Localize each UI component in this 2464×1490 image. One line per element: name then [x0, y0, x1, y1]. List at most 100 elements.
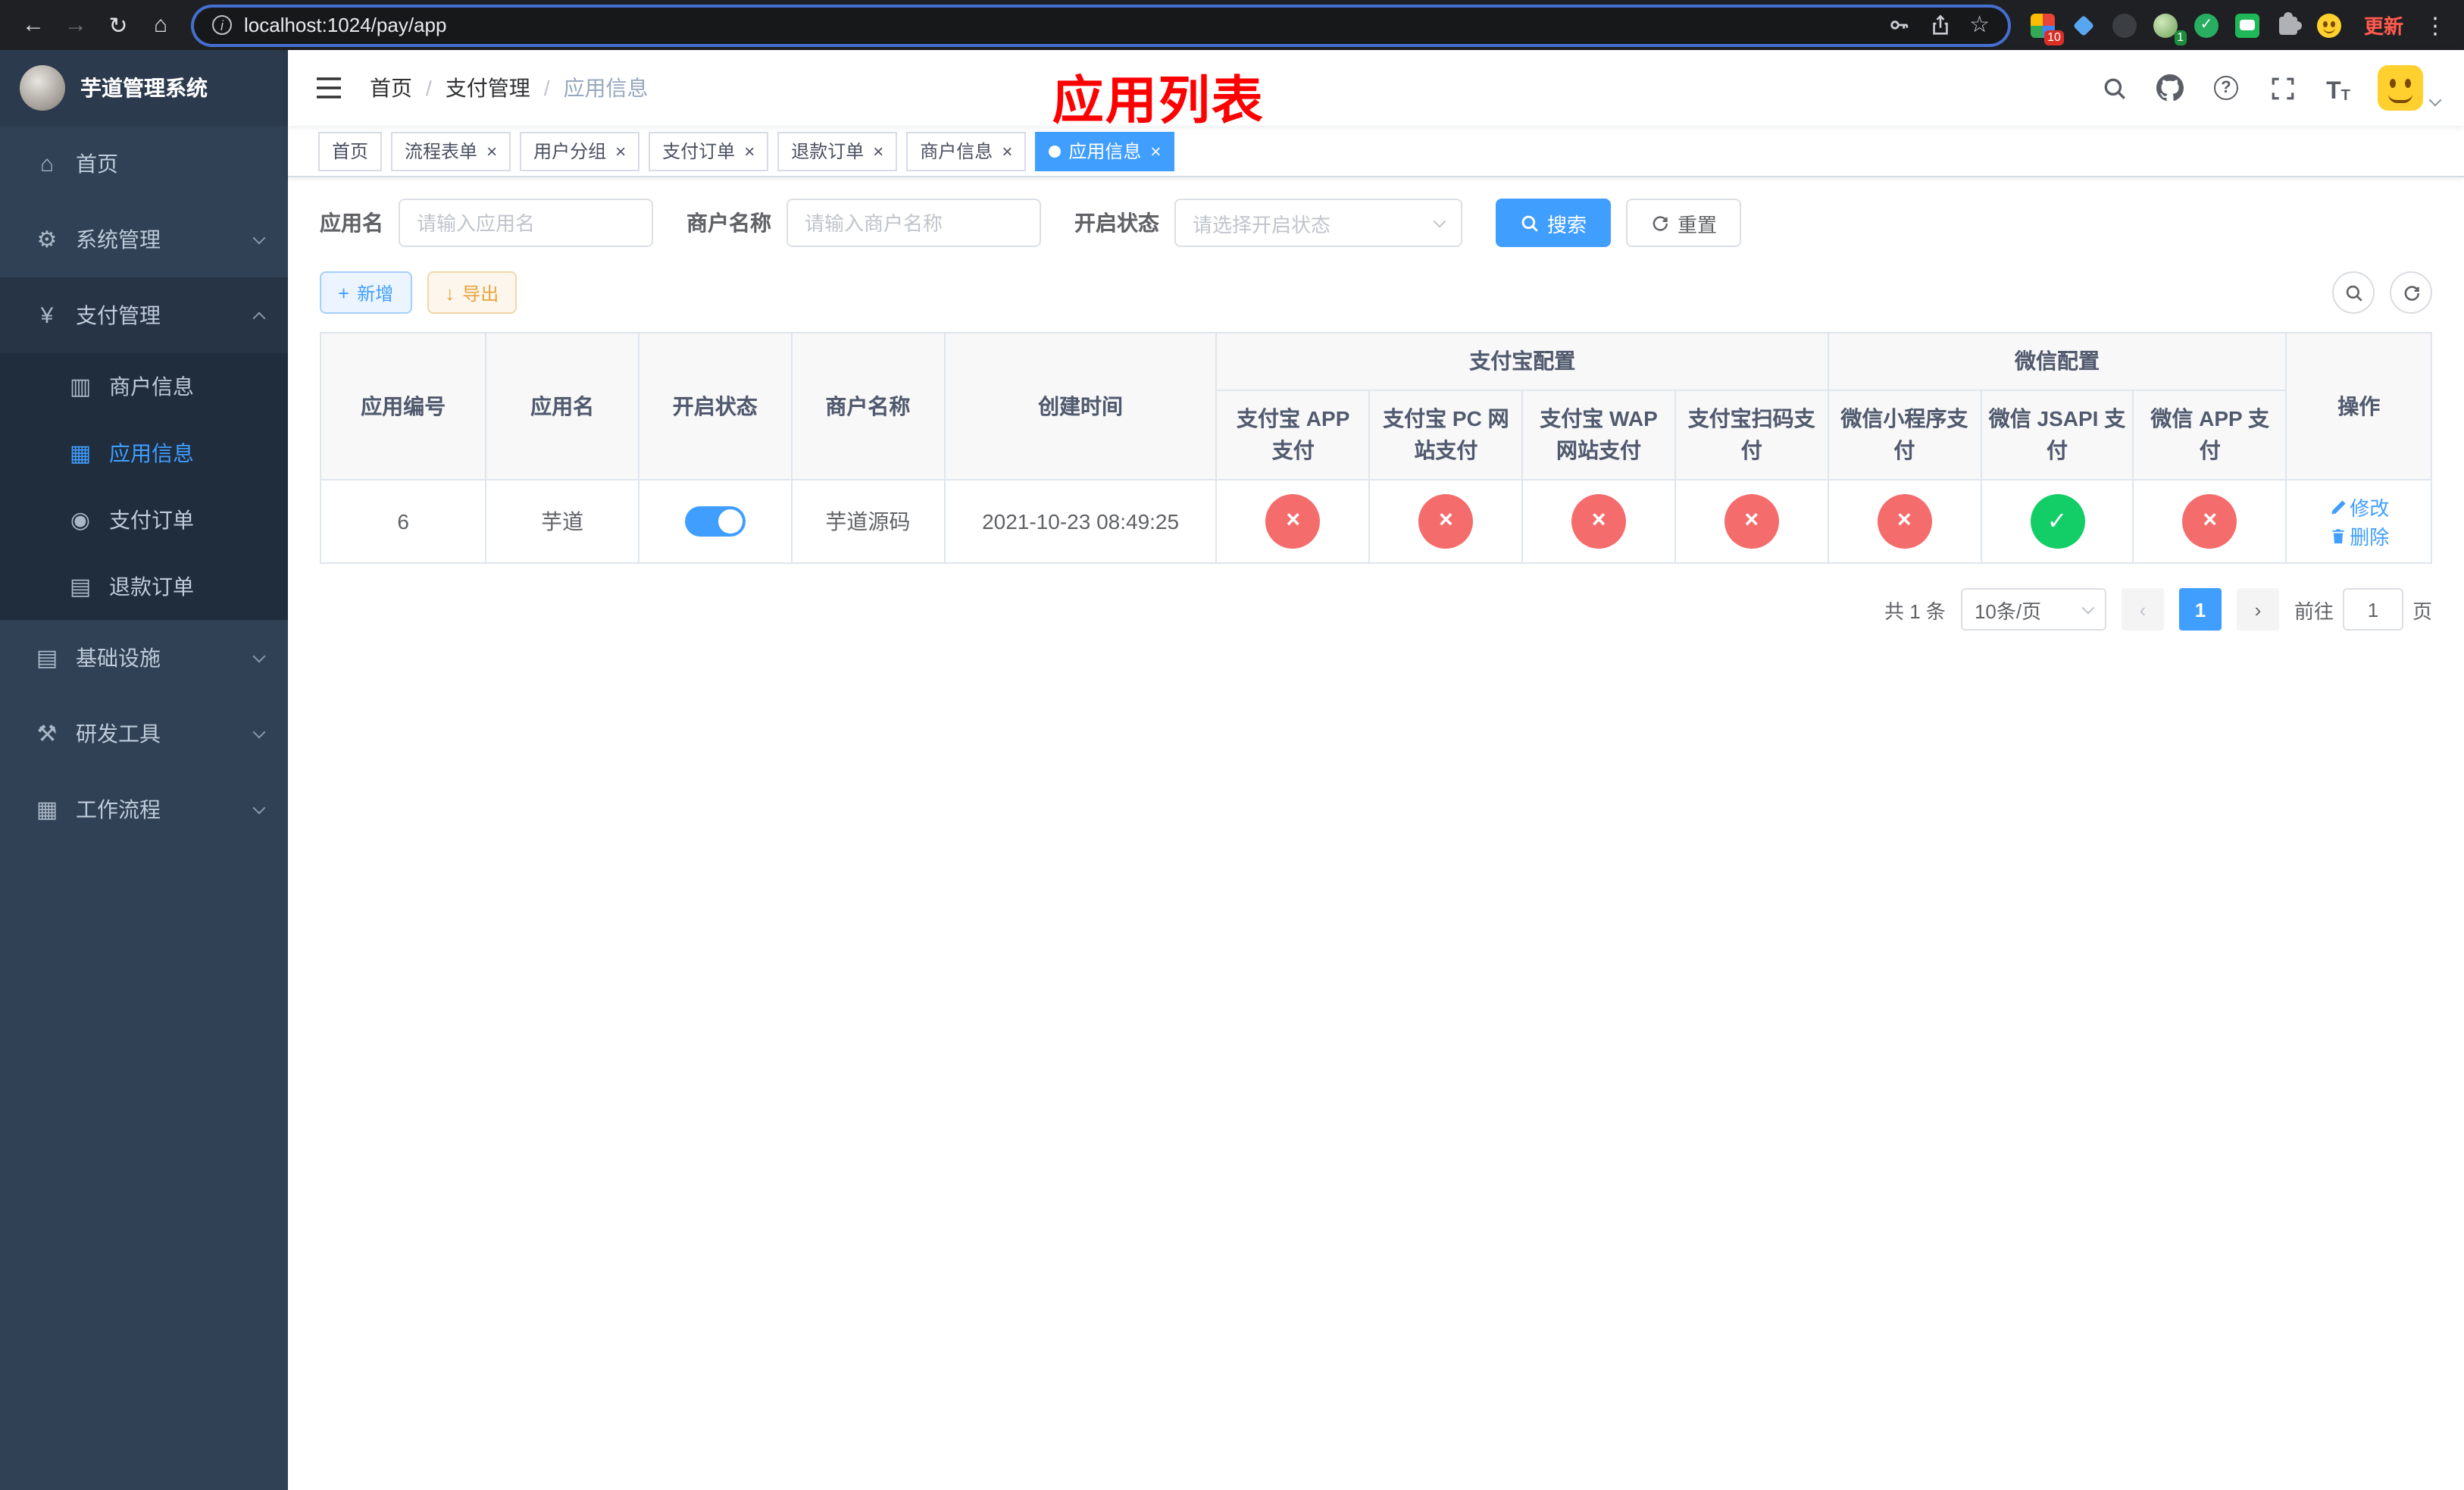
chrome-update-button[interactable]: 更新	[2364, 11, 2403, 39]
breadcrumb-home[interactable]: 首页	[370, 73, 412, 103]
alipay-wap-status-icon	[1571, 494, 1627, 549]
app-table: 应用编号 应用名 开启状态 商户名称 创建时间 支付宝配置 微信配置 操作 支付…	[319, 332, 2432, 564]
site-info-icon[interactable]: i	[212, 15, 232, 35]
sidebar-item-pay-order[interactable]: ◉ 支付订单	[0, 487, 288, 553]
tab-process-form[interactable]: 流程表单 ×	[391, 131, 511, 171]
back-button[interactable]: ←	[15, 7, 52, 43]
reload-button[interactable]: ↻	[100, 7, 136, 43]
profile-avatar[interactable]	[2315, 11, 2343, 39]
close-icon[interactable]: ×	[1002, 142, 1012, 160]
app-logo[interactable]: 芋道管理系统	[0, 50, 288, 126]
extension-chat-icon[interactable]	[2234, 11, 2261, 39]
fullscreen-icon[interactable]	[2265, 71, 2299, 105]
sidebar-item-label: 研发工具	[76, 722, 161, 746]
merchant-name-label: 商户名称	[686, 211, 771, 235]
close-icon[interactable]: ×	[486, 142, 497, 160]
sidebar-item-infrastructure[interactable]: ▤ 基础设施	[0, 620, 288, 696]
help-icon[interactable]: ?	[2209, 71, 2243, 105]
sidebar-item-system[interactable]: ⚙ 系统管理	[0, 202, 288, 277]
close-icon[interactable]: ×	[1150, 142, 1161, 160]
extension-grid-icon[interactable]: 10	[2029, 11, 2064, 45]
col-actions: 操作	[2285, 332, 2432, 480]
next-page-button[interactable]: ›	[2236, 588, 2279, 631]
sidebar-toggle-icon[interactable]	[312, 71, 346, 105]
group-alipay-config: 支付宝配置	[1215, 332, 1829, 391]
workflow-icon: ▦	[36, 797, 58, 823]
page-number-button[interactable]: 1	[2178, 588, 2222, 631]
font-size-icon[interactable]: TT	[2322, 71, 2355, 105]
bookmark-star-icon[interactable]: ☆	[1969, 14, 1990, 36]
tab-home[interactable]: 首页	[318, 131, 383, 171]
edit-button[interactable]: 修改	[2328, 493, 2389, 521]
password-key-icon[interactable]	[1887, 14, 1910, 36]
payment-submenu: ▥ 商户信息 ▦ 应用信息 ◉ 支付订单 ▤ 退款订单	[0, 353, 288, 620]
extension-badge-green: 1	[2174, 30, 2187, 45]
filter-app-name: 应用名	[320, 199, 653, 247]
chevron-down-icon	[252, 725, 266, 738]
toggle-search-button[interactable]	[2332, 271, 2375, 314]
navbar-actions: ? TT	[2097, 65, 2442, 111]
sidebar-item-merchant-info[interactable]: ▥ 商户信息	[0, 353, 288, 420]
merchant-name-input[interactable]	[786, 199, 1041, 247]
app-title: 芋道管理系统	[80, 76, 208, 100]
sidebar-item-workflow[interactable]: ▦ 工作流程	[0, 772, 288, 847]
col-created: 创建时间	[943, 332, 1218, 480]
tab-pay-order[interactable]: 支付订单 ×	[649, 131, 769, 171]
col-wechat-jsapi: 微信 JSAPI 支付	[1980, 390, 2134, 480]
home-button[interactable]: ⌂	[142, 7, 179, 43]
tags-view: 首页 流程表单 × 用户分组 × 支付订单 × 退款订单 × 商户信息 × 应用…	[288, 126, 2464, 177]
extension-dark-icon[interactable]	[2111, 11, 2138, 39]
goto-page-input[interactable]	[2342, 588, 2403, 631]
page-title-annotation: 应用列表	[1052, 73, 1265, 130]
app-name-input[interactable]	[399, 199, 653, 247]
extensions-puzzle-icon[interactable]	[2275, 11, 2302, 39]
extension-gem-icon[interactable]	[2070, 11, 2097, 39]
export-button[interactable]: ↓ 导出	[427, 271, 518, 314]
close-icon[interactable]: ×	[744, 142, 755, 160]
github-icon[interactable]	[2153, 71, 2187, 105]
wechat-app-status-icon	[2182, 494, 2237, 549]
sidebar-item-payment[interactable]: ¥ 支付管理	[0, 277, 288, 353]
status-toggle[interactable]	[684, 506, 746, 537]
breadcrumb-payment[interactable]: 支付管理	[446, 73, 530, 103]
extension-check-icon[interactable]: ✓	[2193, 11, 2220, 39]
delete-button[interactable]: 删除	[2328, 521, 2389, 550]
breadcrumb-current: 应用信息	[563, 76, 649, 100]
sidebar-item-label: 商户信息	[109, 374, 194, 399]
sidebar-item-dev-tools[interactable]: ⚒ 研发工具	[0, 696, 288, 772]
puzzle-glyph	[2278, 11, 2302, 34]
reset-button[interactable]: 重置	[1626, 199, 1742, 247]
omnibox-actions: ☆	[1887, 14, 1990, 36]
sidebar-item-home[interactable]: ⌂ 首页	[0, 126, 288, 202]
cell-created-time: 2021-10-23 08:49:25	[982, 509, 1180, 534]
close-icon[interactable]: ×	[615, 142, 626, 160]
grid-icon: ▦	[69, 441, 92, 467]
refresh-button[interactable]	[2390, 271, 2432, 314]
gem-glyph	[2072, 14, 2095, 36]
filter-merchant-name: 商户名称	[686, 199, 1041, 247]
prev-page-button[interactable]: ‹	[2121, 588, 2164, 631]
col-alipay-app: 支付宝 APP 支付	[1215, 390, 1371, 480]
address-bar[interactable]: i localhost:1024/pay/app ☆	[194, 7, 2008, 43]
sidebar-item-refund-order[interactable]: ▤ 退款订单	[0, 553, 288, 620]
pagination: 共 1 条 10条/页 ‹ 1 › 前往 页	[320, 588, 2432, 631]
tab-merchant-info[interactable]: 商户信息 ×	[906, 131, 1027, 171]
search-icon[interactable]	[2097, 71, 2131, 105]
extension-avatar-icon[interactable]: 1	[2152, 11, 2187, 45]
browser-menu-icon[interactable]: ⋮	[2422, 11, 2449, 39]
close-icon[interactable]: ×	[873, 142, 883, 160]
tab-refund-order[interactable]: 退款订单 ×	[777, 131, 898, 171]
col-status: 开启状态	[637, 332, 793, 480]
forward-button[interactable]: →	[58, 7, 94, 43]
share-icon[interactable]	[1928, 14, 1951, 36]
page-size-select[interactable]: 10条/页	[1960, 588, 2106, 631]
tab-app-info[interactable]: 应用信息 ×	[1035, 131, 1175, 171]
yen-icon: ¥	[40, 302, 54, 328]
search-button[interactable]: 搜索	[1496, 199, 1612, 247]
user-avatar[interactable]	[2378, 65, 2442, 111]
add-button[interactable]: + 新增	[320, 271, 412, 314]
sidebar-item-app-info[interactable]: ▦ 应用信息	[0, 420, 288, 487]
status-select[interactable]: 请选择开启状态	[1174, 199, 1462, 247]
goto-page: 前往 页	[2294, 588, 2432, 631]
tab-user-group[interactable]: 用户分组 ×	[520, 131, 640, 171]
